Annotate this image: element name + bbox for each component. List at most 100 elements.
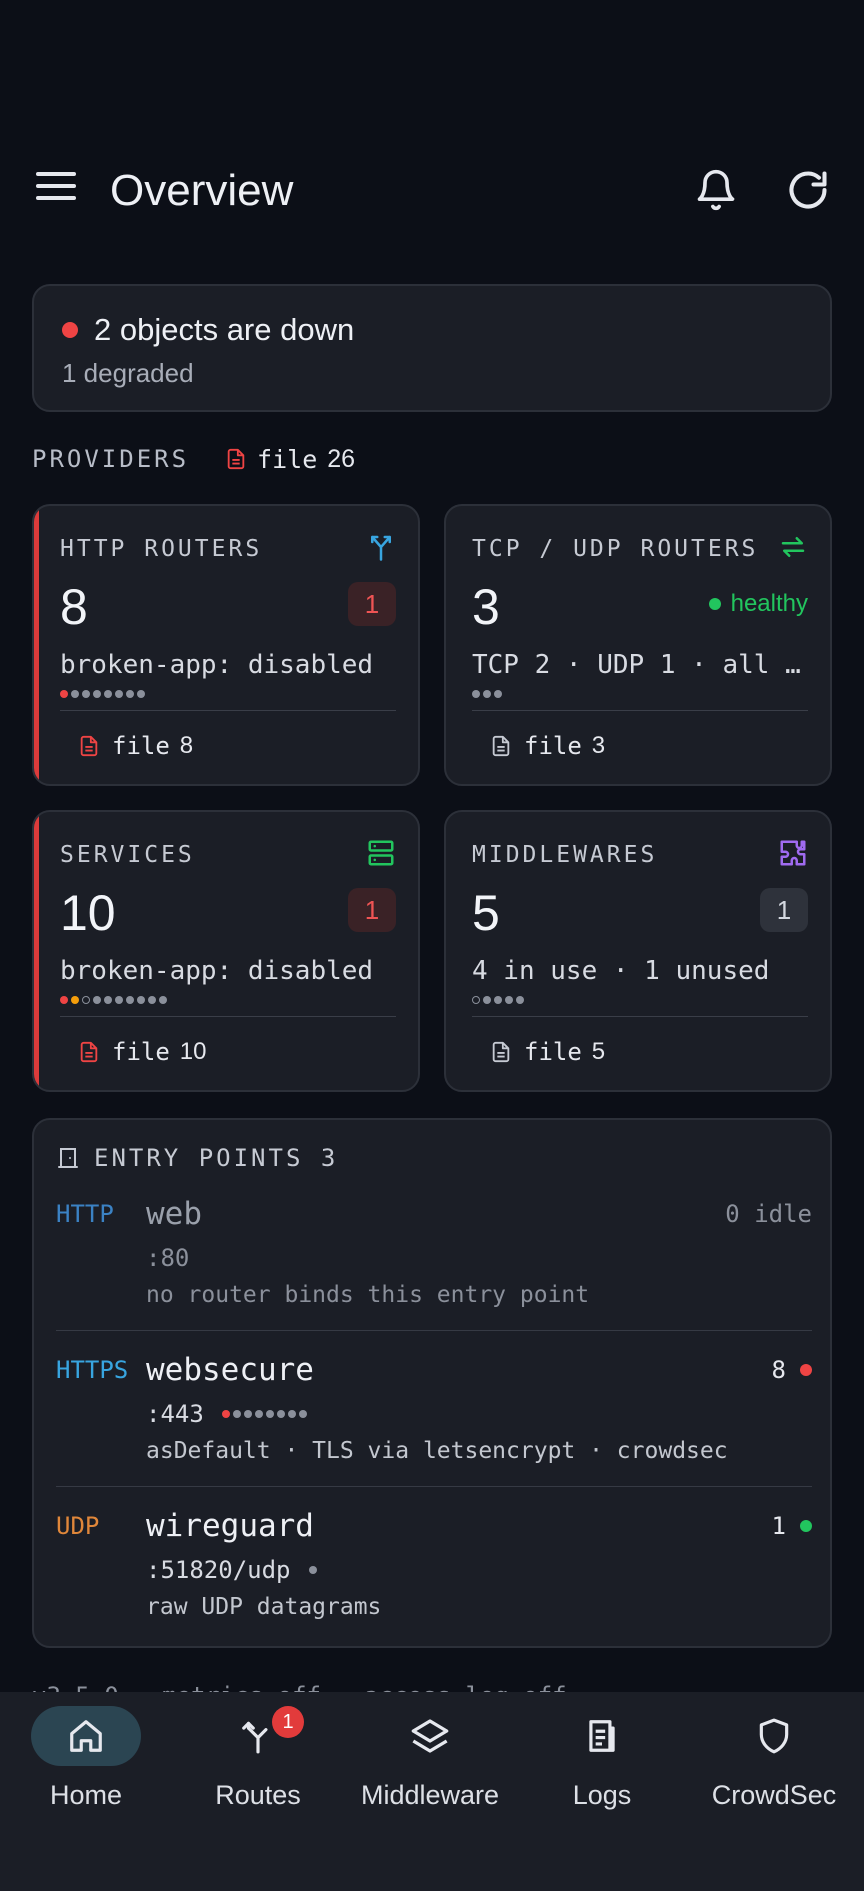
card-count: 10 <box>60 885 116 941</box>
router-dots <box>308 1566 317 1574</box>
nav-label: Home <box>49 1780 123 1810</box>
entry-port: :80 <box>146 1244 189 1272</box>
provider-name: file <box>112 1038 170 1066</box>
nav-label: Logs <box>572 1780 632 1810</box>
entry-name: websecure <box>146 1352 314 1388</box>
card-provider[interactable]: file 10 <box>78 1038 207 1066</box>
shield-icon <box>759 1718 789 1754</box>
provider-count: 3 <box>591 732 606 759</box>
entry-port-value: :443 <box>146 1400 204 1428</box>
error-badge: 1 <box>348 582 396 626</box>
alert-title: 2 objects are down <box>94 312 355 347</box>
entry-note: asDefault · TLS via letsencrypt · crowds… <box>146 1438 728 1464</box>
card-label: SERVICES <box>60 842 195 868</box>
router-dots <box>221 1410 307 1418</box>
file-icon <box>227 448 245 470</box>
count-badge: 1 <box>760 888 808 932</box>
server-icon <box>368 840 394 866</box>
nav-home-indicator <box>31 1706 141 1766</box>
card-label: MIDDLEWARES <box>472 842 658 868</box>
down-alert-banner[interactable]: 2 objects are down 1 degraded <box>32 284 832 412</box>
providers-label: PROVIDERS <box>32 445 190 473</box>
provider-name: file <box>524 1038 582 1066</box>
entry-point-row[interactable]: HTTP web :80 no router binds this entry … <box>56 1196 812 1352</box>
nav-logs-indicator <box>547 1706 657 1766</box>
logs-icon <box>589 1720 615 1752</box>
home-icon <box>70 1720 102 1752</box>
provider-chip-file[interactable]: file 26 <box>225 445 355 474</box>
nav-logs[interactable]: Logs <box>516 1692 688 1812</box>
entry-status-dot <box>800 1520 812 1532</box>
card-label: TCP / UDP ROUTERS <box>472 536 759 562</box>
entry-status-label: 0 idle <box>725 1200 812 1228</box>
provider-count: 26 <box>327 444 356 473</box>
healthy-status: healthy <box>708 590 808 618</box>
entry-status: 8 <box>772 1356 812 1384</box>
swap-arrows-icon <box>781 537 805 557</box>
provider-name: file <box>257 444 318 474</box>
entry-port: :443 <box>146 1400 307 1428</box>
entry-points-title: ENTRY POINTS 3 <box>94 1144 338 1172</box>
refresh-icon[interactable] <box>786 168 830 212</box>
nav-routes[interactable]: 1 Routes <box>172 1692 344 1812</box>
page-title: Overview <box>110 166 294 215</box>
providers-row: PROVIDERS file 26 <box>32 444 355 474</box>
divider <box>472 710 808 711</box>
file-icon <box>80 735 98 757</box>
entry-status-count: 1 <box>771 1512 786 1540</box>
top-app-bar: Overview <box>0 150 864 230</box>
card-description: broken-app: disabled <box>60 956 374 986</box>
file-icon <box>80 1041 98 1063</box>
card-count: 3 <box>472 579 500 635</box>
entry-port-value: :80 <box>146 1244 190 1272</box>
entry-point-row[interactable]: UDP wireguard :51820/udp raw UDP datagra… <box>56 1508 812 1664</box>
nav-crowdsec[interactable]: CrowdSec <box>688 1692 860 1812</box>
entry-protocol: UDP <box>56 1512 100 1540</box>
entry-name: web <box>146 1196 202 1232</box>
nav-label: CrowdSec <box>711 1780 837 1810</box>
provider-count: 10 <box>179 1038 207 1065</box>
nav-label: Routes <box>215 1780 301 1810</box>
bell-icon[interactable] <box>694 168 738 212</box>
entry-protocol: HTTPS <box>56 1356 129 1384</box>
healthy-label: healthy <box>730 590 808 617</box>
card-label: HTTP ROUTERS <box>60 536 263 562</box>
nav-home[interactable]: Home <box>0 1692 172 1812</box>
entry-points-header: ENTRY POINTS 3 <box>56 1144 338 1172</box>
door-icon <box>58 1148 78 1168</box>
entry-status-dot <box>800 1364 812 1376</box>
entry-port-value: :51820/udp <box>146 1556 291 1584</box>
provider-name: file <box>524 732 582 760</box>
menu-icon[interactable] <box>36 172 76 208</box>
entry-status: 1 <box>772 1512 812 1540</box>
card-provider[interactable]: file 8 <box>78 732 193 760</box>
entry-points-label: ENTRY POINTS <box>94 1144 304 1172</box>
card-provider[interactable]: file 3 <box>490 732 605 760</box>
status-dots <box>60 690 145 698</box>
divider <box>56 1486 812 1487</box>
card-description: TCP 2 · UDP 1 · all … <box>472 650 801 680</box>
entry-port: :51820/udp <box>146 1556 317 1584</box>
http-routers-card[interactable]: HTTP ROUTERS 8 1 broken-app: disabled fi… <box>32 504 420 786</box>
nav-middleware[interactable]: Middleware <box>344 1692 516 1812</box>
divider <box>56 1330 812 1331</box>
file-icon <box>492 735 510 757</box>
entry-note: raw UDP datagrams <box>146 1594 382 1620</box>
entry-protocol: HTTP <box>56 1200 114 1228</box>
router-fork-icon <box>371 535 391 561</box>
status-dots <box>472 690 502 698</box>
entry-point-row[interactable]: HTTPS websecure :443 asDefault · TLS via… <box>56 1352 812 1508</box>
entry-note: no router binds this entry point <box>146 1282 590 1308</box>
healthy-dot <box>708 598 721 610</box>
card-provider[interactable]: file 5 <box>490 1038 605 1066</box>
status-dots <box>472 996 524 1004</box>
middlewares-card[interactable]: MIDDLEWARES 5 1 4 in use · 1 unused file… <box>444 810 832 1092</box>
bottom-navigation: Home 1 Routes Middleware Logs CrowdSec <box>0 1692 864 1891</box>
puzzle-icon <box>780 840 806 866</box>
entry-points-panel: ENTRY POINTS 3 HTTP web :80 no router bi… <box>32 1118 832 1648</box>
divider <box>472 1016 808 1017</box>
divider <box>60 710 396 711</box>
services-card[interactable]: SERVICES 10 1 broken-app: disabled file … <box>32 810 420 1092</box>
tcp-udp-routers-card[interactable]: TCP / UDP ROUTERS 3 healthy TCP 2 · UDP … <box>444 504 832 786</box>
status-dots <box>60 996 167 1004</box>
